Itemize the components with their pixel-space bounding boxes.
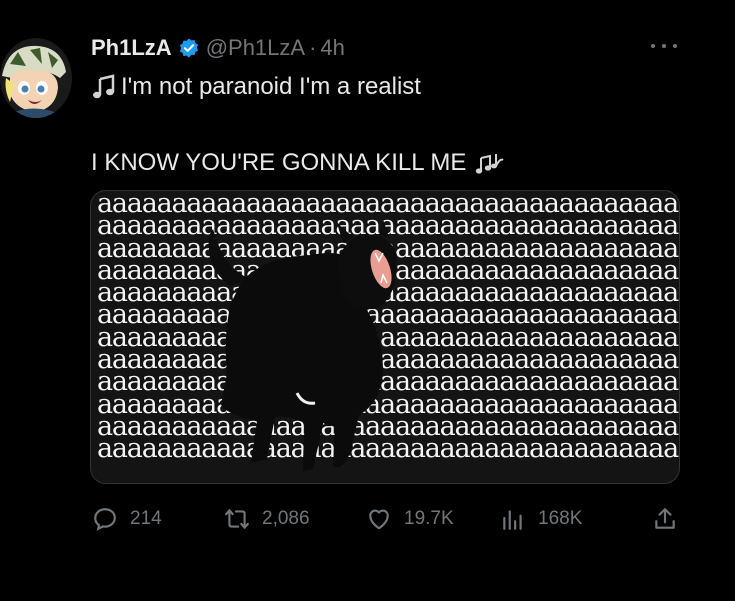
musical-note-icon xyxy=(91,74,117,100)
avatar[interactable] xyxy=(0,38,72,118)
views-count: 168K xyxy=(538,508,583,529)
retweet-icon xyxy=(225,509,249,529)
views-chart-icon xyxy=(503,510,522,530)
timestamp[interactable]: 4h xyxy=(320,35,344,61)
retweet-button[interactable]: 2,086 xyxy=(224,504,310,534)
tweet-header: Ph1LzA @Ph1LzA · 4h xyxy=(91,33,345,63)
reply-count: 214 xyxy=(130,508,162,529)
share-icon xyxy=(655,508,675,529)
musical-notes-icon xyxy=(474,150,504,176)
separator: · xyxy=(309,35,317,60)
retweet-count: 2,086 xyxy=(262,508,310,529)
tweet-media[interactable]: aaaaaaaaaaaaaaaaaaaaaaaaaaaaaaaaaaaaaaa a… xyxy=(90,190,680,484)
views-button[interactable]: 168K xyxy=(500,504,582,534)
like-count: 19.7K xyxy=(404,508,454,529)
display-name[interactable]: Ph1LzA xyxy=(91,35,172,61)
reply-icon xyxy=(94,508,116,531)
tweet-actions: 214 2,086 19.7K 168K xyxy=(92,504,682,534)
screaming-cat-image xyxy=(208,219,397,471)
verified-badge-icon xyxy=(178,37,200,59)
tweet-line-1-text: I'm not paranoid I'm a realist xyxy=(121,73,421,100)
user-handle[interactable]: @Ph1LzA xyxy=(206,35,305,61)
tweet-line-2-text: I KNOW YOU'RE GONNA KILL ME xyxy=(91,149,467,176)
tweet-line-2: I KNOW YOU'RE GONNA KILL ME xyxy=(91,146,691,180)
more-options-icon[interactable] xyxy=(651,36,677,56)
reply-button[interactable]: 214 xyxy=(92,504,162,534)
share-button[interactable] xyxy=(652,504,690,534)
tweet-line-1: I'm not paranoid I'm a realist xyxy=(91,70,691,104)
avatar-image xyxy=(0,38,72,118)
heart-icon xyxy=(369,509,389,530)
tweet-text: I'm not paranoid I'm a realist I KNOW YO… xyxy=(91,70,691,180)
like-button[interactable]: 19.7K xyxy=(366,504,454,534)
